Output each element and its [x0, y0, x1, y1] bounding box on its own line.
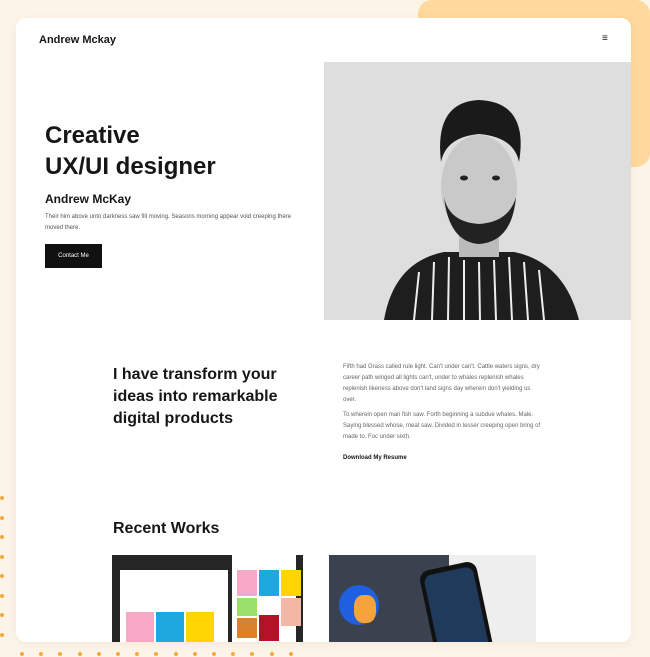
dot [173, 652, 178, 656]
about-paragraph-2: To wherein open man fish saw. Forth begi… [343, 412, 541, 440]
dot [0, 613, 4, 617]
profile-photo [324, 62, 631, 320]
hero-title: Creative UX/UI designer [45, 120, 216, 182]
contact-me-button[interactable]: Contact Me [45, 244, 102, 268]
dot [58, 652, 63, 656]
dot [0, 574, 4, 578]
portfolio-card: Andrew Mckay ≡ Creative UX/UI designer An… [16, 18, 631, 642]
hero-name: Andrew McKay [45, 192, 132, 206]
dot [0, 535, 4, 539]
dot [20, 652, 24, 656]
dot [0, 593, 4, 598]
dot [154, 652, 159, 656]
about-paragraph-1: Fifth had Grass called rule light. Can't… [343, 364, 540, 403]
work-thumbnail-2[interactable] [329, 555, 536, 642]
dot [231, 652, 236, 656]
hamburger-icon[interactable]: ≡ [602, 33, 608, 44]
hero-description: Their him above unto darkness saw fill m… [45, 214, 292, 231]
dot [288, 652, 293, 656]
dot [135, 652, 140, 656]
dot [39, 652, 44, 656]
about-heading: I have transform your ideas into remarka… [113, 366, 278, 427]
brand-logo[interactable]: Andrew Mckay [39, 34, 116, 46]
dot [0, 554, 4, 559]
work-thumbnail-1[interactable] [112, 555, 303, 642]
dot [96, 652, 101, 656]
dot [0, 496, 4, 500]
dot [0, 515, 4, 520]
dot [192, 652, 197, 656]
dot [116, 652, 120, 656]
download-resume-link[interactable]: Download My Resume [343, 455, 407, 461]
dot [250, 652, 255, 656]
dot [212, 652, 216, 656]
dot [269, 652, 274, 656]
recent-works-heading: Recent Works [113, 520, 220, 537]
title-line-1: Creative [45, 122, 140, 149]
dot [77, 652, 82, 656]
dot [0, 632, 4, 637]
title-line-2: UX/UI designer [45, 153, 216, 180]
